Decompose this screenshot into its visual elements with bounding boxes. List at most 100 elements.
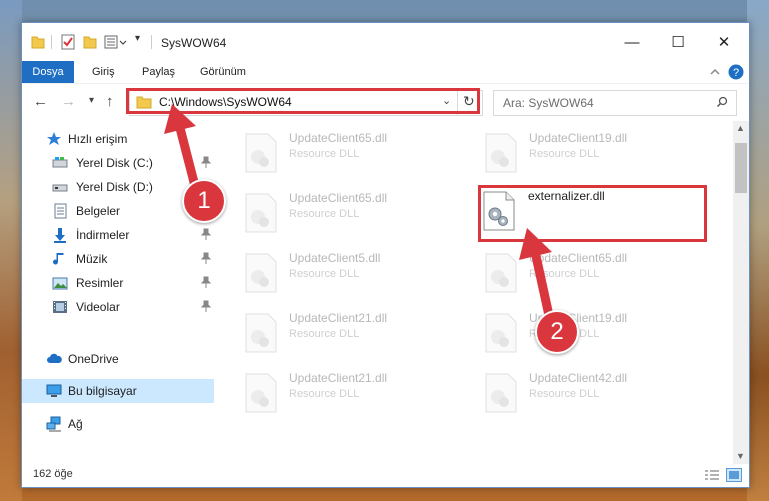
nav-quick-access[interactable]: Hızlı erişim [22, 127, 214, 151]
tab-view[interactable]: Görünüm [200, 61, 246, 83]
properties-icon[interactable] [60, 34, 76, 50]
nav-this-pc[interactable]: Bu bilgisayar [22, 379, 214, 403]
drive-icon [52, 184, 68, 192]
dll-file-icon [485, 253, 517, 293]
file-list: UpdateClient65.dll Resource DLL UpdateCl… [222, 121, 734, 464]
file-item[interactable]: UpdateClient42.dll Resource DLL [462, 365, 688, 421]
file-item[interactable]: UpdateClient19.dll Resource DLL [462, 125, 688, 181]
documents-icon [54, 203, 67, 219]
scroll-down-icon[interactable]: ▼ [736, 451, 745, 461]
pin-icon [201, 156, 211, 168]
address-row: ← → ▾ ↑ ⌄ ↻ C:\Windows\SysWOW64 Ara: Sys… [22, 83, 749, 122]
file-type: Resource DLL [289, 388, 360, 400]
separator [51, 35, 52, 49]
pictures-icon [52, 277, 68, 290]
close-icon: ✕ [717, 34, 731, 51]
dll-file-icon [485, 313, 517, 353]
nav-network[interactable]: Ağ [22, 412, 214, 436]
customize-toolbar-icon[interactable] [104, 34, 128, 50]
ribbon-tabs: Dosya Giriş Paylaş Görünüm ? [22, 61, 749, 117]
chevron-down-icon[interactable]: ▾ [135, 33, 140, 49]
file-name: UpdateClient42.dll [529, 371, 628, 385]
status-bar: 162 öğe [22, 464, 749, 487]
vertical-scrollbar[interactable]: ▲ ▼ [733, 121, 749, 464]
nav-label: OneDrive [68, 352, 119, 366]
window-title: SysWOW64 [161, 36, 227, 50]
step-2-badge: 2 [535, 310, 579, 354]
recent-locations-icon[interactable]: ▾ [89, 95, 94, 106]
desktop-background-right [747, 0, 769, 501]
file-name: UpdateClient65.dll [529, 251, 628, 265]
search-input[interactable]: Ara: SysWOW64 [493, 90, 737, 116]
file-name: UpdateClient5.dll [289, 251, 381, 265]
collapse-ribbon-icon[interactable] [709, 67, 721, 77]
downloads-icon [54, 228, 66, 243]
maximize-button[interactable]: ☐ [655, 27, 701, 57]
search-placeholder: Ara: SysWOW64 [503, 96, 594, 110]
scroll-up-icon[interactable]: ▲ [736, 123, 745, 133]
star-icon [47, 132, 61, 145]
file-type: Resource DLL [289, 148, 360, 160]
file-item[interactable]: UpdateClient65.dll Resource DLL [222, 125, 448, 181]
desktop-background-left [0, 0, 22, 501]
nav-item-music[interactable]: Müzik [22, 247, 214, 271]
dll-file-icon [245, 193, 277, 233]
title-bar: ▾ SysWOW64 — ☐ ✕ [22, 23, 749, 61]
nav-item-pictures[interactable]: Resimler [22, 271, 214, 295]
music-icon [53, 253, 64, 265]
file-type: Resource DLL [529, 148, 600, 160]
pin-icon [201, 276, 211, 288]
dll-file-icon [485, 373, 517, 413]
file-item[interactable]: UpdateClient21.dll Resource DLL [222, 365, 448, 421]
help-icon[interactable]: ? [728, 64, 744, 80]
close-button[interactable]: ✕ [701, 27, 747, 57]
item-count: 162 öğe [33, 468, 73, 480]
file-name: UpdateClient21.dll [289, 371, 388, 385]
minimize-button[interactable]: — [609, 27, 655, 57]
file-name: UpdateClient21.dll [289, 311, 388, 325]
nav-item-drive-c[interactable]: Yerel Disk (C:) [22, 151, 214, 175]
dll-file-icon [245, 133, 277, 173]
back-icon[interactable]: ← [33, 93, 48, 110]
large-icons-view-icon[interactable] [726, 468, 742, 482]
videos-icon [53, 301, 67, 313]
nav-label: Müzik [76, 252, 108, 266]
file-item[interactable]: UpdateClient21.dll Resource DLL [222, 305, 448, 361]
nav-label: Bu bilgisayar [68, 384, 137, 398]
dll-file-icon [245, 373, 277, 413]
up-icon[interactable]: ↑ [106, 93, 114, 110]
file-item[interactable]: UpdateClient5.dll Resource DLL [222, 245, 448, 301]
dll-file-icon [245, 253, 277, 293]
nav-label: Ağ [68, 417, 83, 431]
tab-share[interactable]: Paylaş [142, 61, 175, 83]
separator [151, 35, 152, 49]
forward-icon[interactable]: → [61, 93, 76, 110]
file-type: Resource DLL [289, 208, 360, 220]
file-highlight-box [478, 185, 707, 242]
computer-icon [46, 384, 62, 397]
nav-item-videos[interactable]: Videolar [22, 295, 214, 319]
tab-home[interactable]: Giriş [92, 61, 115, 83]
nav-label: Videolar [76, 300, 120, 314]
details-view-icon[interactable] [704, 469, 720, 481]
network-icon [46, 416, 61, 432]
folder-icon [31, 36, 45, 49]
step-1-badge: 1 [182, 179, 226, 223]
nav-label: İndirmeler [76, 228, 130, 242]
file-item[interactable]: UpdateClient65.dll Resource DLL [222, 185, 448, 241]
svg-text:?: ? [733, 67, 739, 79]
file-item[interactable]: UpdateClient65.dll Resource DLL [462, 245, 688, 301]
explorer-window: ▾ SysWOW64 — ☐ ✕ Dosya Giriş Paylaş Görü… [21, 22, 750, 488]
new-folder-icon[interactable] [83, 34, 97, 50]
file-type: Resource DLL [289, 268, 360, 280]
address-highlight-box [126, 88, 480, 114]
scrollbar-thumb[interactable] [735, 143, 747, 193]
nav-label: Yerel Disk (D:) [76, 180, 153, 194]
nav-label: Belgeler [76, 204, 121, 218]
navigation-pane: Hızlı erişim Yerel Disk (C:) Yerel Disk … [22, 121, 214, 464]
pin-icon [201, 252, 211, 264]
nav-item-downloads[interactable]: İndirmeler [22, 223, 214, 247]
minimize-icon: — [624, 33, 640, 51]
nav-label: Resimler [76, 276, 124, 290]
nav-onedrive[interactable]: OneDrive [22, 347, 214, 371]
